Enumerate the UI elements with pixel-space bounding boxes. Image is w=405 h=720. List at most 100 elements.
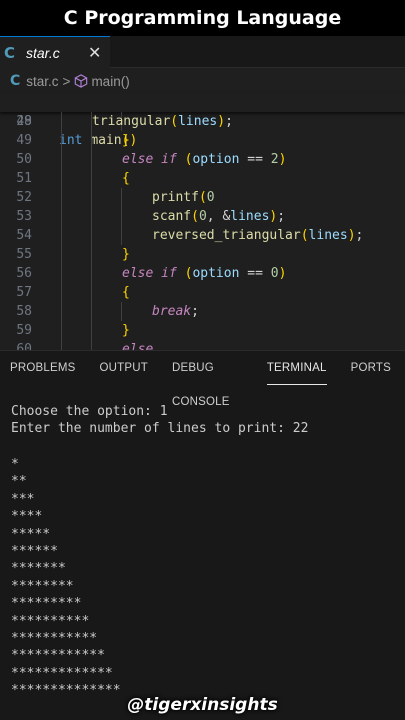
- line-number: 53: [16, 209, 32, 224]
- line-number: 52: [16, 190, 32, 205]
- indent-guide: [91, 226, 92, 245]
- terminal-line: Enter the number of lines to print: 22: [11, 421, 309, 437]
- breadcrumb-symbol[interactable]: main(): [91, 74, 129, 89]
- indent-guide: [91, 207, 92, 226]
- indent-guide: [121, 302, 122, 321]
- watermark-text: @tigerxinsights: [127, 695, 278, 715]
- code-text: {: [122, 171, 130, 186]
- indent-guide: [91, 264, 92, 283]
- tab-output[interactable]: OUTPUT: [100, 351, 148, 385]
- code-line-row[interactable]: 57 {: [0, 283, 405, 302]
- panel-tabs: PROBLEMS OUTPUT DEBUG CONSOLE TERMINAL P…: [0, 351, 405, 408]
- breadcrumb-separator: >: [62, 73, 71, 89]
- indent-guide: [121, 207, 122, 226]
- tab-debug-console[interactable]: DEBUG CONSOLE: [172, 351, 243, 408]
- banner-title: C Programming Language: [63, 7, 342, 29]
- line-number: 60: [16, 342, 32, 350]
- indent-guide: [91, 131, 92, 150]
- indent-guide: [91, 340, 92, 350]
- code-line-row[interactable]: 59}: [0, 321, 405, 340]
- terminal-output-line: ***********: [11, 630, 98, 646]
- breadcrumb-file[interactable]: star.c: [26, 74, 58, 89]
- line-number: 58: [16, 304, 32, 319]
- terminal-output-line: ************: [11, 648, 105, 664]
- indent-guide: [91, 302, 92, 321]
- c-file-icon: C: [10, 73, 21, 89]
- indent-guide: [91, 283, 92, 302]
- terminal-output-line: ****: [11, 509, 43, 525]
- indent-guide: [61, 302, 62, 321]
- indent-guide: [61, 150, 62, 169]
- indent-guide: [61, 226, 62, 245]
- indent-guide: [61, 131, 62, 150]
- tab-label: star.c: [26, 44, 60, 61]
- tab-ports[interactable]: PORTS: [351, 351, 391, 385]
- code-text: reversed_triangular(lines);: [152, 228, 364, 243]
- code-line-row[interactable]: 53 scanf(0, &lines);: [0, 207, 405, 226]
- code-text: printf(0: [152, 190, 215, 205]
- code-line-row[interactable]: 52 printf(0: [0, 188, 405, 207]
- code-text: else: [122, 342, 154, 350]
- indent-guide: [121, 226, 122, 245]
- code-line-row[interactable]: 58 break;: [0, 302, 405, 321]
- line-number: 54: [16, 228, 32, 243]
- code-line-row[interactable]: 49}: [0, 131, 405, 150]
- terminal-prompt[interactable]: Choose the option: 1 Enter the number of…: [11, 403, 308, 438]
- code-line-row[interactable]: 48 triangular(lines);: [0, 112, 405, 131]
- code-text: scanf(0, &lines);: [152, 209, 286, 224]
- code-text: }: [122, 323, 130, 338]
- code-text: triangular(lines);: [92, 114, 233, 129]
- code-line-row[interactable]: 51 {: [0, 169, 405, 188]
- editor-tab-bar: C star.c ✕: [0, 36, 405, 68]
- indent-guide: [61, 245, 62, 264]
- indent-guide: [61, 264, 62, 283]
- line-number: 55: [16, 247, 32, 262]
- terminal-output-line: ***: [11, 491, 35, 507]
- line-number: 51: [16, 171, 32, 186]
- code-area[interactable]: 29 int main() 48 triangular(lines); 49} 50 e…: [0, 93, 405, 350]
- tab-star-c[interactable]: C star.c ✕: [0, 36, 110, 68]
- code-line-row[interactable]: 55}: [0, 245, 405, 264]
- indent-guide: [61, 340, 62, 350]
- code-text: {: [122, 285, 130, 300]
- code-text: break;: [152, 304, 199, 319]
- indent-guide: [91, 169, 92, 188]
- tab-problems[interactable]: PROBLEMS: [10, 351, 76, 385]
- indent-guide: [61, 112, 62, 131]
- terminal-output-line: ******: [11, 543, 58, 559]
- code-line-row[interactable]: 56 else if (option == 0): [0, 264, 405, 283]
- line-number: 57: [16, 285, 32, 300]
- indent-guide: [91, 150, 92, 169]
- code-line-row[interactable]: 60 else: [0, 340, 405, 350]
- indent-guide: [61, 207, 62, 226]
- code-text: else if (option == 0): [122, 266, 287, 281]
- indent-guide: [61, 283, 62, 302]
- code-text: }: [122, 133, 130, 148]
- tab-terminal[interactable]: TERMINAL: [266, 351, 327, 385]
- indent-guide: [121, 188, 122, 207]
- line-number: 48: [16, 114, 32, 129]
- terminal-line: Choose the option: 1: [11, 404, 168, 419]
- bottom-panel: PROBLEMS OUTPUT DEBUG CONSOLE TERMINAL P…: [0, 350, 405, 720]
- terminal-output-line: **********: [11, 613, 90, 629]
- line-number: 50: [16, 152, 32, 167]
- close-icon[interactable]: ✕: [88, 43, 101, 62]
- line-number: 59: [16, 323, 32, 338]
- terminal-output-line: **: [11, 474, 27, 490]
- breadcrumb: C star.c > main(): [0, 69, 405, 93]
- line-number: 49: [16, 133, 32, 148]
- line-number: 56: [16, 266, 32, 281]
- terminal-output-line: *: [11, 457, 19, 472]
- code-line-row[interactable]: 50 else if (option == 2): [0, 150, 405, 169]
- terminal-output[interactable]: * ** *** **** ***** ****** ******* ******** ****…: [11, 456, 121, 699]
- sticky-scroll-line[interactable]: 29 int main(): [0, 93, 405, 148]
- terminal-output-line: ********: [11, 578, 74, 594]
- code-line-row[interactable]: 54 reversed_triangular(lines);: [0, 226, 405, 245]
- code-editor[interactable]: C star.c ✕ C star.c > main() 29 int main…: [0, 36, 405, 350]
- video-banner: C Programming Language: [0, 0, 405, 36]
- indent-guide: [61, 321, 62, 340]
- indent-guide: [91, 245, 92, 264]
- indent-guide: [61, 188, 62, 207]
- indent-guide: [91, 321, 92, 340]
- indent-guide: [61, 169, 62, 188]
